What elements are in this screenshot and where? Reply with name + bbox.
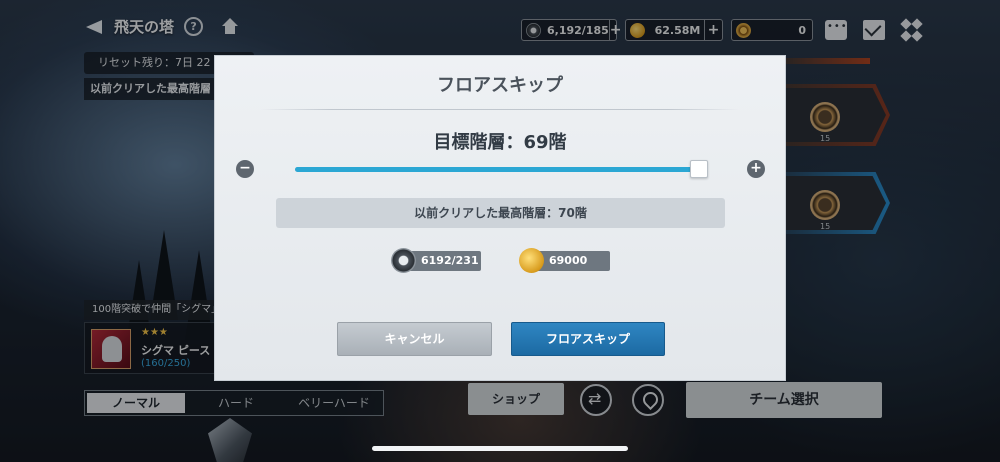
floor-skip-button[interactable]: フロアスキップ xyxy=(511,322,665,356)
slider-handle[interactable] xyxy=(690,160,709,178)
target-floor-label: 目標階層：69階 xyxy=(433,132,567,153)
decrease-floor-button[interactable]: − xyxy=(236,160,254,178)
home-indicator[interactable] xyxy=(372,446,628,451)
dialog-title: フロアスキップ xyxy=(437,75,563,96)
increase-floor-button[interactable]: + xyxy=(747,160,765,178)
previous-highest-floor: 以前クリアした最高階層：70階 xyxy=(276,198,725,228)
gold-coin-icon xyxy=(519,248,544,273)
gear-emblem-icon xyxy=(391,248,416,273)
gear-cost: 6192/231 xyxy=(391,248,481,273)
slider-fill xyxy=(295,167,700,172)
floor-skip-dialog: フロアスキップ 目標階層：69階 − + 以前クリアした最高階層：70階 619… xyxy=(214,55,786,381)
cancel-button[interactable]: キャンセル xyxy=(337,322,492,356)
floor-slider[interactable] xyxy=(295,160,709,178)
gold-cost: 69000 xyxy=(519,248,610,273)
title-divider xyxy=(260,109,740,110)
